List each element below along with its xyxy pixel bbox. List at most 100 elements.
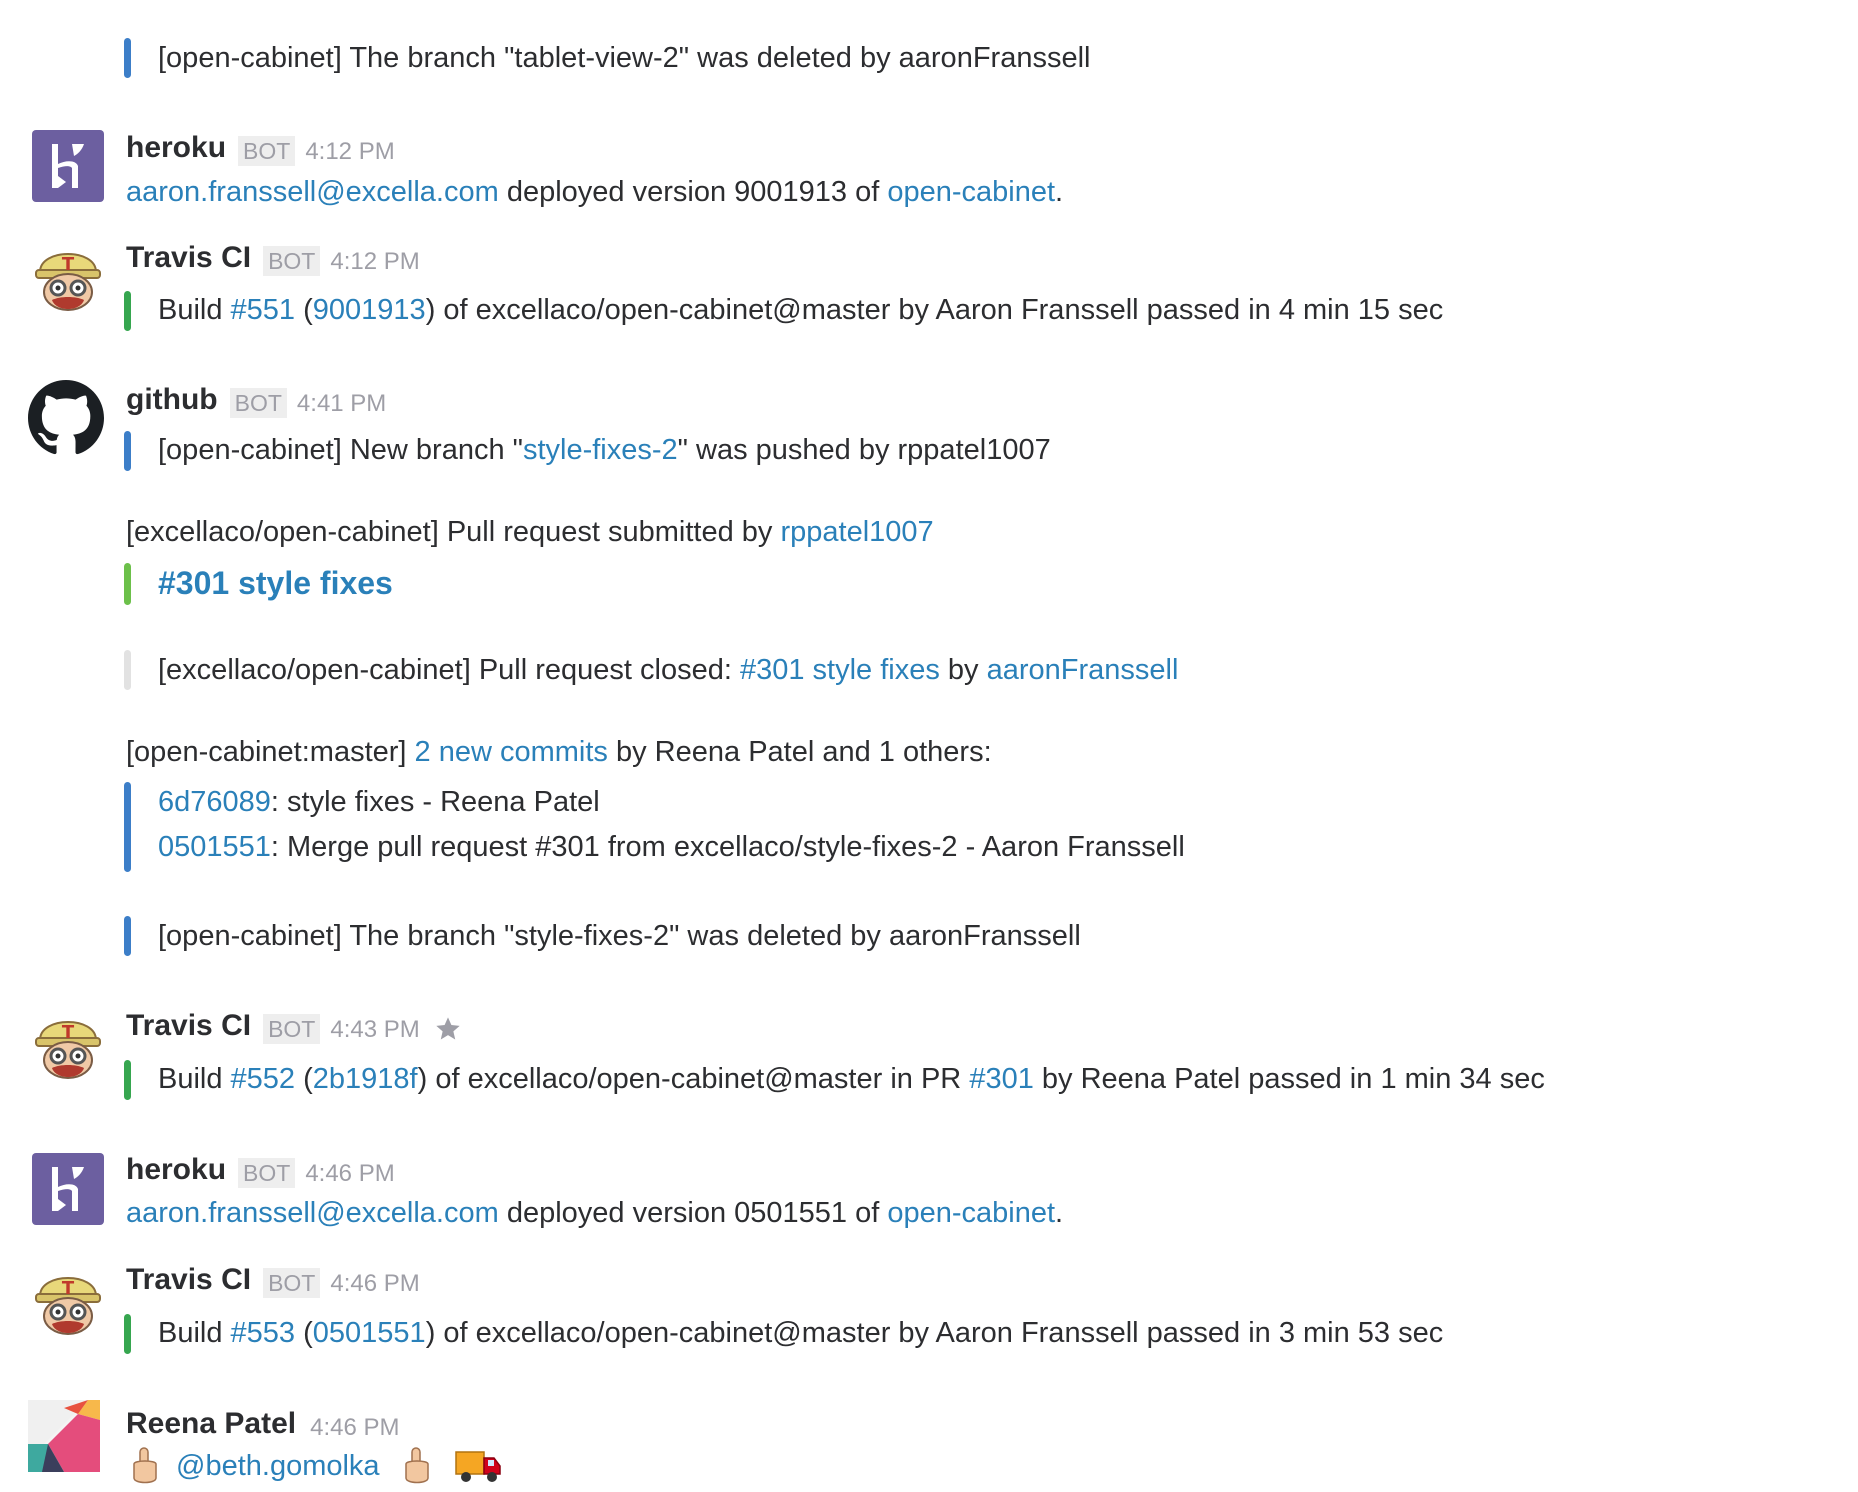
period: . [1055,176,1064,208]
commits-summary-text: [open-cabinet:master] 2 new commits by R… [126,734,992,770]
star-icon[interactable] [434,1015,462,1043]
commits-link[interactable]: 2 new commits [415,736,608,768]
timestamp[interactable]: 4:12 PM [330,248,419,275]
svg-text:T: T [62,1022,75,1043]
bot-badge: BOT [238,1157,296,1188]
author-name[interactable]: heroku [126,131,226,164]
branch-link[interactable]: style-fixes-2 [523,434,678,466]
author-name[interactable]: Travis CI [126,1009,251,1042]
heroku-avatar[interactable] [32,1153,104,1225]
text-segment: ) of excellaco/open-cabinet@master by Aa… [425,294,1444,326]
pr-link[interactable]: #301 [969,1063,1034,1095]
commit-message: : Merge pull request #301 from excellaco… [270,831,1185,863]
text-segment: ( [295,294,313,326]
message-header: heroku BOT 4:46 PM [126,1152,395,1190]
user-link[interactable]: rppatel1007 [780,516,933,548]
text-segment: by Reena Patel and 1 others: [607,736,992,768]
text-segment: " was pushed by rppatel1007 [677,434,1051,466]
commit-row: 0501551: Merge pull request #301 from ex… [158,829,1185,865]
point-up-hand-icon [133,1447,157,1484]
timestamp[interactable]: 4:46 PM [305,1160,394,1187]
text-segment: [excellaco/open-cabinet] Pull request cl… [158,654,740,686]
message-body: aaron.franssell@excella.com deployed ver… [126,1195,1063,1231]
build-status-text: Build #553 (0501551) of excellaco/open-c… [158,1315,1443,1351]
bot-badge: BOT [238,135,296,166]
commit-link[interactable]: 9001913 [313,294,426,326]
message-body: @beth.gomolka [128,1446,502,1486]
pr-submitted-text: [excellaco/open-cabinet] Pull request su… [126,514,934,550]
pr-title: #301 style fixes [158,564,393,609]
text-segment: [open-cabinet] New branch " [158,434,523,466]
text-segment: ) of excellaco/open-cabinet@master by Aa… [425,1317,1444,1349]
timestamp[interactable]: 4:46 PM [330,1270,419,1297]
build-status-text: Build #552 (2b1918f) of excellaco/open-c… [158,1061,1545,1097]
attachment-bar [124,431,131,471]
commit-row: 6d76089: style fixes - Reena Patel [158,784,600,820]
attachment-bar [124,916,131,956]
travis-avatar[interactable]: T [30,1262,102,1335]
commit-link[interactable]: 2b1918f [313,1063,418,1095]
email-link[interactable]: aaron.franssell@excella.com [126,1197,499,1229]
build-status-text: Build #551 (9001913) of excellaco/open-c… [158,292,1443,328]
author-name[interactable]: Reena Patel [126,1407,296,1440]
bot-badge: BOT [263,1267,321,1298]
attachment-bar [124,563,131,605]
pr-title-link[interactable]: #301 style fixes [158,565,393,601]
author-name[interactable]: Travis CI [126,1263,251,1296]
email-link[interactable]: aaron.franssell@excella.com [126,176,499,208]
bot-badge: BOT [263,245,321,276]
travis-mascot-icon: T [35,1277,101,1335]
app-link[interactable]: open-cabinet [887,1197,1055,1229]
text-segment: Build [158,1063,231,1095]
build-link[interactable]: #551 [231,294,296,326]
github-avatar[interactable] [28,380,104,455]
build-link[interactable]: #553 [231,1317,296,1349]
build-link[interactable]: #552 [231,1063,296,1095]
text-segment: by [939,654,987,686]
text-segment: Build [158,1317,231,1349]
pr-link[interactable]: #301 style fixes [740,654,940,686]
message-header: Reena Patel 4:46 PM [126,1406,399,1443]
branch-created-text: [open-cabinet] New branch "style-fixes-2… [158,432,1051,468]
heroku-avatar[interactable] [32,130,104,202]
user-mention[interactable]: @beth.gomolka [176,1448,380,1484]
timestamp[interactable]: 4:46 PM [310,1414,399,1441]
period: . [1055,1197,1064,1229]
heroku-logo-icon [52,1167,84,1211]
bot-badge: BOT [229,387,287,418]
attachment-bar [124,1060,131,1100]
text-segment: by Reena Patel passed in 1 min 34 sec [1033,1063,1545,1095]
user-link[interactable]: aaronFranssell [987,654,1179,686]
user-avatar[interactable] [28,1400,100,1472]
attachment-bar [124,1314,131,1354]
timestamp[interactable]: 4:41 PM [297,390,386,417]
travis-avatar[interactable]: T [30,238,102,311]
author-name[interactable]: Travis CI [126,241,251,274]
timestamp[interactable]: 4:43 PM [330,1016,419,1043]
message-header: Travis CI BOT 4:12 PM [126,240,420,278]
travis-mascot-icon: T [35,253,101,311]
author-name[interactable]: heroku [126,1153,226,1186]
deploy-text: deployed version 0501551 of [498,1197,888,1229]
point-up-hand-icon [404,1447,429,1484]
commit-link[interactable]: 0501551 [313,1317,426,1349]
text-segment: ( [295,1063,313,1095]
author-name[interactable]: github [126,383,218,416]
travis-avatar[interactable]: T [30,1006,102,1079]
app-link[interactable]: open-cabinet [887,176,1055,208]
commit-message: : style fixes - Reena Patel [270,786,600,818]
message-body: aaron.franssell@excella.com deployed ver… [126,174,1063,210]
text-segment: ( [295,1317,313,1349]
pr-closed-text: [excellaco/open-cabinet] Pull request cl… [158,652,1178,688]
message-header: github BOT 4:41 PM [126,382,386,420]
commit-sha-link[interactable]: 6d76089 [158,786,271,818]
text-segment: Build [158,294,231,326]
svg-text:T: T [62,254,75,275]
text-segment: ) of excellaco/open-cabinet@master in PR [417,1063,970,1095]
commit-sha-link[interactable]: 0501551 [158,831,271,863]
message-header: Travis CI BOT 4:43 PM [126,1008,462,1046]
attachment-bar [124,38,131,78]
attachment-bar [124,291,131,331]
geometric-avatar-icon [28,1400,100,1472]
timestamp[interactable]: 4:12 PM [305,138,394,165]
